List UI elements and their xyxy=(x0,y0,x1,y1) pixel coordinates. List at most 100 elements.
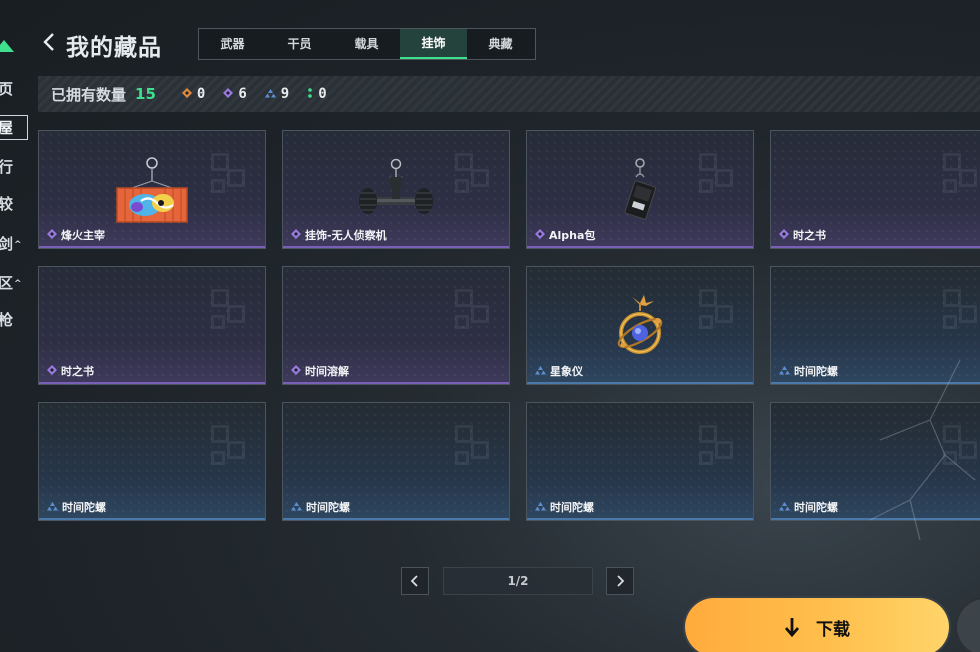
item-name-label: 时间溶解 xyxy=(305,365,349,378)
container-charm-art xyxy=(115,155,189,229)
collection-item-card[interactable]: 时间陀螺 xyxy=(282,402,510,521)
card-pattern-decoration xyxy=(699,289,735,333)
tab-4[interactable]: 典藏 xyxy=(467,29,534,59)
collection-item-card[interactable]: 时之书 xyxy=(770,130,980,249)
chevron-right-icon xyxy=(617,575,625,587)
rarity-count-value: 9 xyxy=(280,86,290,102)
rarity-bar xyxy=(527,382,753,384)
collection-item-card[interactable]: 时间陀螺 xyxy=(38,402,266,521)
rarity-bar xyxy=(39,246,265,248)
card-pattern-decoration xyxy=(455,289,491,333)
item-name-label: Alpha包 xyxy=(549,229,596,242)
tab-3[interactable]: 挂饰 xyxy=(400,29,467,59)
purple-rarity-icon xyxy=(779,228,789,242)
item-name-label: 烽火主宰 xyxy=(61,229,105,242)
item-name-label: 时间陀螺 xyxy=(794,501,838,514)
sidebar-item-label: 剑 xyxy=(0,235,14,253)
rarity-bar xyxy=(283,382,509,384)
drone-charm-art xyxy=(356,157,436,227)
item-name: 星象仪 xyxy=(535,363,583,379)
item-name: 时间陀螺 xyxy=(535,499,594,515)
sidebar-item[interactable]: 剑^ xyxy=(0,233,28,254)
item-name-label: 时间陀螺 xyxy=(550,501,594,514)
sidebar-item-label: 页 xyxy=(0,80,14,98)
owned-total: 15 xyxy=(135,85,156,103)
tab-2[interactable]: 载具 xyxy=(333,29,400,59)
blue-rarity-icon xyxy=(535,365,546,378)
purple-diamond-icon xyxy=(223,86,234,102)
next-page-button[interactable] xyxy=(606,567,634,595)
card-pattern-decoration xyxy=(943,289,979,333)
blue-diamond-icon xyxy=(264,86,276,102)
collection-item-card[interactable]: 时间陀螺 xyxy=(526,402,754,521)
card-pattern-decoration xyxy=(455,153,491,197)
card-pattern-decoration xyxy=(211,425,247,469)
collection-item-card[interactable]: 时间陀螺 xyxy=(770,266,980,385)
page-indicator: 1/2 xyxy=(443,567,593,595)
download-button[interactable]: 下载 xyxy=(685,598,949,652)
sidebar-item-label: 区 xyxy=(0,274,14,292)
orange-diamond-icon xyxy=(181,86,192,102)
item-name: 挂饰-无人侦察机 xyxy=(291,227,387,243)
item-name-label: 时间陀螺 xyxy=(306,501,350,514)
collection-item-card[interactable]: 星象仪 xyxy=(526,266,754,385)
card-pattern-decoration xyxy=(699,153,735,197)
sidebar-item-label: 行 xyxy=(0,158,14,176)
card-pattern-decoration xyxy=(211,289,247,333)
tab-0[interactable]: 武器 xyxy=(199,29,266,59)
secondary-round-button[interactable] xyxy=(957,599,980,652)
page-title: 我的藏品 xyxy=(66,35,162,61)
item-name-label: 挂饰-无人侦察机 xyxy=(305,229,387,242)
collection-item-card[interactable]: Alpha包 xyxy=(526,130,754,249)
sidebar-item[interactable]: 行 xyxy=(0,156,28,177)
collection-item-card[interactable]: 挂饰-无人侦察机 xyxy=(282,130,510,249)
sidebar-item[interactable]: 屋 xyxy=(0,115,28,140)
rarity-count-value: 6 xyxy=(238,86,247,102)
item-name: 时之书 xyxy=(779,227,826,243)
item-name: 时之书 xyxy=(47,363,94,379)
item-name: Alpha包 xyxy=(535,227,595,243)
sidebar: 页屋行较剑^ 区^ 枪 xyxy=(0,0,36,652)
download-label: 下载 xyxy=(816,619,850,640)
blue-rarity-icon xyxy=(535,501,546,514)
prev-page-button[interactable] xyxy=(401,567,429,595)
collection-item-card[interactable]: 时之书 xyxy=(38,266,266,385)
sidebar-item[interactable]: 较 xyxy=(0,193,28,214)
owned-count-bar: 已拥有数量 15 0 6 9 0 xyxy=(38,76,980,112)
item-name: 时间溶解 xyxy=(291,363,349,379)
chevron-left-icon xyxy=(43,33,54,51)
sidebar-item[interactable]: 页 xyxy=(0,78,28,99)
rarity-count: 9 xyxy=(264,86,290,102)
sidebar-item[interactable]: 枪 xyxy=(0,309,28,330)
green-dots-icon xyxy=(307,86,313,102)
card-pattern-decoration xyxy=(943,425,979,469)
category-tabs: 武器 干员 载具 挂饰 典藏 xyxy=(198,28,536,60)
blue-rarity-icon xyxy=(291,501,302,514)
sidebar-item-label: 枪 xyxy=(0,311,14,329)
collection-item-card[interactable]: 烽火主宰 xyxy=(38,130,266,249)
rarity-bar xyxy=(771,246,980,248)
sidebar-item-label: 较 xyxy=(0,195,14,213)
item-name: 烽火主宰 xyxy=(47,227,105,243)
back-button[interactable] xyxy=(42,31,56,53)
rarity-bar xyxy=(771,382,980,384)
purple-rarity-icon xyxy=(47,228,57,242)
download-arrow-icon xyxy=(784,616,800,638)
card-pattern-decoration xyxy=(943,153,979,197)
card-pattern-decoration xyxy=(455,425,491,469)
collection-item-card[interactable]: 时间陀螺 xyxy=(770,402,980,521)
item-name: 时间陀螺 xyxy=(779,363,838,379)
rarity-bar xyxy=(527,246,753,248)
rarity-count: 0 xyxy=(307,86,327,102)
rarity-count-value: 0 xyxy=(318,86,327,102)
rarity-count: 0 xyxy=(181,86,206,102)
alpha-pack-charm-art xyxy=(622,157,658,227)
sidebar-item[interactable]: 区^ xyxy=(0,272,28,293)
rarity-bar xyxy=(283,246,509,248)
tab-1[interactable]: 干员 xyxy=(266,29,333,59)
rarity-count-value: 0 xyxy=(196,86,206,102)
item-name: 时间陀螺 xyxy=(779,499,838,515)
item-name-label: 时间陀螺 xyxy=(62,501,106,514)
collection-item-card[interactable]: 时间溶解 xyxy=(282,266,510,385)
astrolabe-charm-art xyxy=(610,293,670,363)
